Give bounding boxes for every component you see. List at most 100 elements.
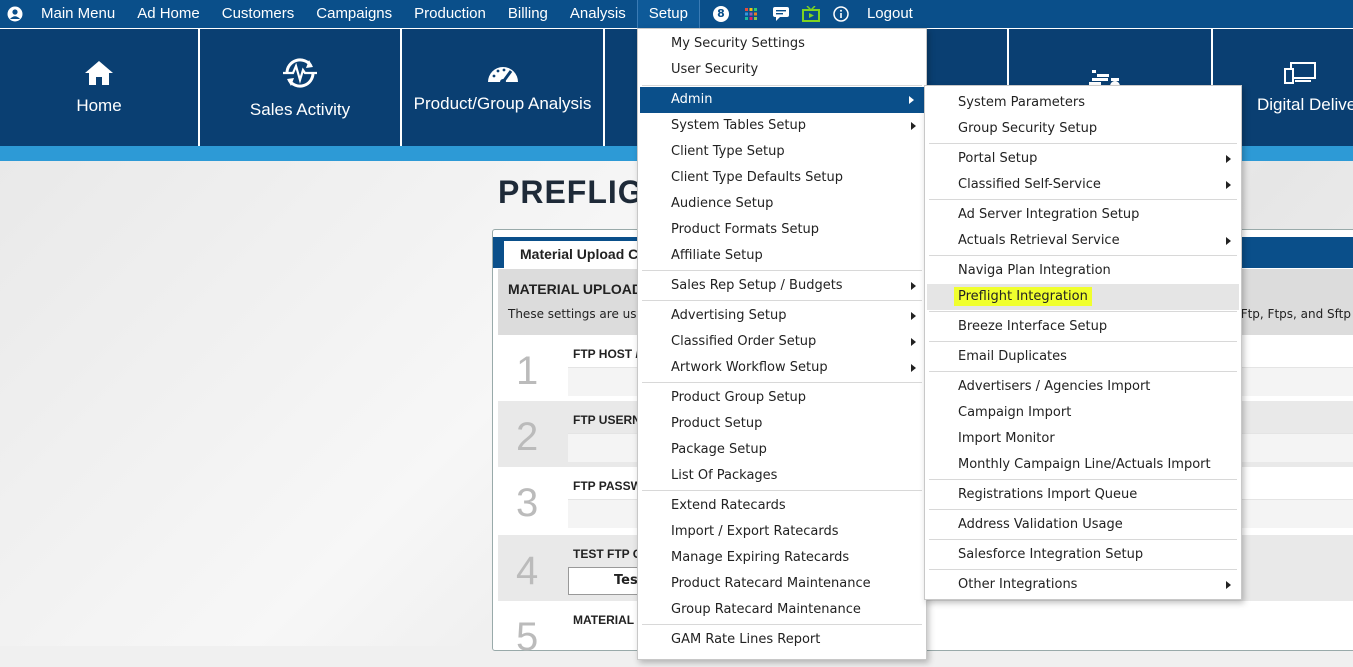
menu-item-client-type-setup[interactable]: Client Type Setup <box>638 139 926 165</box>
menu-item-extend-ratecards[interactable]: Extend Ratecards <box>638 493 926 519</box>
row-label: MATERIAL S <box>573 613 646 627</box>
home-icon <box>85 60 113 85</box>
chevron-right-icon <box>909 96 914 104</box>
menu-item-my-security-settings[interactable]: My Security Settings <box>638 31 926 57</box>
chevron-right-icon <box>911 122 916 130</box>
apps-grid-icon[interactable] <box>736 0 766 28</box>
menu-separator <box>642 85 922 86</box>
gauge-icon <box>487 66 518 84</box>
menu-item-registrations-import-queue[interactable]: Registrations Import Queue <box>925 482 1241 508</box>
menu-item-ad-server-integration-setup[interactable]: Ad Server Integration Setup <box>925 202 1241 228</box>
menu-item-system-parameters[interactable]: System Parameters <box>925 90 1241 116</box>
menu-item-sales-rep-setup[interactable]: Sales Rep Setup / Budgets <box>638 273 926 299</box>
menu-item-affiliate-setup[interactable]: Affiliate Setup <box>638 243 926 269</box>
notification-badge-icon[interactable]: 8 <box>706 0 736 28</box>
menu-separator <box>929 143 1237 144</box>
menu-item-email-duplicates[interactable]: Email Duplicates <box>925 344 1241 370</box>
pulse-sync-icon <box>283 57 317 88</box>
menu-item-portal-setup[interactable]: Portal Setup <box>925 146 1241 172</box>
menu-separator <box>642 270 922 271</box>
menu-separator <box>642 490 922 491</box>
menu-item-breeze-interface-setup[interactable]: Breeze Interface Setup <box>925 314 1241 340</box>
menu-item-admin[interactable]: Admin <box>640 87 924 113</box>
section-title: MATERIAL UPLOAD <box>508 281 643 297</box>
page-title: PREFLIG <box>498 174 644 210</box>
menu-item-artwork-workflow-setup[interactable]: Artwork Workflow Setup <box>638 355 926 381</box>
menu-item-manage-expiring-ratecards[interactable]: Manage Expiring Ratecards <box>638 545 926 571</box>
tile-sales-activity[interactable]: Sales Activity <box>200 29 400 146</box>
nav-ad-home[interactable]: Ad Home <box>126 0 211 28</box>
nav-setup[interactable]: Setup <box>636 0 700 28</box>
menu-item-product-formats-setup[interactable]: Product Formats Setup <box>638 217 926 243</box>
menu-item-import-monitor[interactable]: Import Monitor <box>925 426 1241 452</box>
section-description: These settings are used <box>508 307 652 321</box>
menu-item-classified-order-setup[interactable]: Classified Order Setup <box>638 329 926 355</box>
nav-logout[interactable]: Logout <box>856 0 924 28</box>
row-label: FTP HOST / <box>573 347 639 361</box>
menu-item-product-ratecard-maintenance[interactable]: Product Ratecard Maintenance <box>638 571 926 597</box>
chat-icon[interactable] <box>766 0 796 28</box>
chevron-right-icon <box>1226 581 1231 589</box>
menu-separator <box>929 509 1237 510</box>
nav-campaigns[interactable]: Campaigns <box>305 0 403 28</box>
menu-item-audience-setup[interactable]: Audience Setup <box>638 191 926 217</box>
menu-item-group-security-setup[interactable]: Group Security Setup <box>925 116 1241 142</box>
menu-item-address-validation-usage[interactable]: Address Validation Usage <box>925 512 1241 538</box>
row-number: 1 <box>516 349 539 393</box>
menu-item-campaign-import[interactable]: Campaign Import <box>925 400 1241 426</box>
row-number: 5 <box>516 615 539 659</box>
menu-item-advertisers-agencies-import[interactable]: Advertisers / Agencies Import <box>925 374 1241 400</box>
menu-item-product-setup[interactable]: Product Setup <box>638 411 926 437</box>
chevron-right-icon <box>911 338 916 346</box>
menu-separator <box>929 311 1237 312</box>
menu-item-salesforce-integration-setup[interactable]: Salesforce Integration Setup <box>925 542 1241 568</box>
top-navigation: Main Menu Ad Home Customers Campaigns Pr… <box>0 0 1353 28</box>
tv-icon[interactable] <box>796 0 826 28</box>
menu-item-other-integrations[interactable]: Other Integrations <box>925 572 1241 598</box>
menu-item-list-of-packages[interactable]: List Of Packages <box>638 463 926 489</box>
info-icon[interactable] <box>826 0 856 28</box>
nav-billing[interactable]: Billing <box>497 0 559 28</box>
devices-icon <box>1284 61 1316 84</box>
user-icon[interactable] <box>0 0 30 28</box>
menu-item-actuals-retrieval-service[interactable]: Actuals Retrieval Service <box>925 228 1241 254</box>
row-number: 3 <box>516 481 539 525</box>
menu-item-classified-self-service[interactable]: Classified Self-Service <box>925 172 1241 198</box>
setup-menu: My Security Settings User Security Admin… <box>637 28 927 660</box>
menu-item-group-ratecard-maintenance[interactable]: Group Ratecard Maintenance <box>638 597 926 623</box>
menu-item-gam-rate-lines-report[interactable]: GAM Rate Lines Report <box>638 627 926 653</box>
menu-separator <box>642 382 922 383</box>
admin-submenu: System Parameters Group Security Setup P… <box>924 85 1242 600</box>
nav-production[interactable]: Production <box>403 0 497 28</box>
section-description-right: , Ftp, Ftps, and Sftp <box>1233 307 1351 321</box>
chevron-right-icon <box>1226 155 1231 163</box>
nav-customers[interactable]: Customers <box>211 0 306 28</box>
menu-item-user-security[interactable]: User Security <box>638 57 926 83</box>
row-number: 4 <box>516 549 539 593</box>
menu-item-naviga-plan-integration[interactable]: Naviga Plan Integration <box>925 258 1241 284</box>
menu-item-system-tables-setup[interactable]: System Tables Setup <box>638 113 926 139</box>
menu-separator <box>642 300 922 301</box>
menu-item-client-type-defaults-setup[interactable]: Client Type Defaults Setup <box>638 165 926 191</box>
menu-item-package-setup[interactable]: Package Setup <box>638 437 926 463</box>
menu-separator <box>929 479 1237 480</box>
tile-label: Sales Activity <box>249 99 351 119</box>
nav-analysis[interactable]: Analysis <box>559 0 637 28</box>
row-label: FTP PASSW <box>573 479 642 493</box>
menu-item-advertising-setup[interactable]: Advertising Setup <box>638 303 926 329</box>
row-number: 2 <box>516 415 539 459</box>
tile-home[interactable]: Home <box>0 29 198 146</box>
menu-item-monthly-campaign-line-actuals-import[interactable]: Monthly Campaign Line/Actuals Import <box>925 452 1241 478</box>
menu-separator <box>929 539 1237 540</box>
chevron-right-icon <box>911 312 916 320</box>
menu-item-import-export-ratecards[interactable]: Import / Export Ratecards <box>638 519 926 545</box>
menu-item-preflight-integration[interactable]: Preflight Integration <box>927 284 1239 310</box>
menu-separator <box>929 569 1237 570</box>
chevron-right-icon <box>911 364 916 372</box>
tile-product-group-analysis[interactable]: Product/Group Analysis <box>402 29 603 146</box>
tile-label: Home <box>76 95 122 115</box>
menu-separator <box>929 199 1237 200</box>
chevron-right-icon <box>1226 237 1231 245</box>
nav-main-menu[interactable]: Main Menu <box>30 0 126 28</box>
menu-item-product-group-setup[interactable]: Product Group Setup <box>638 385 926 411</box>
